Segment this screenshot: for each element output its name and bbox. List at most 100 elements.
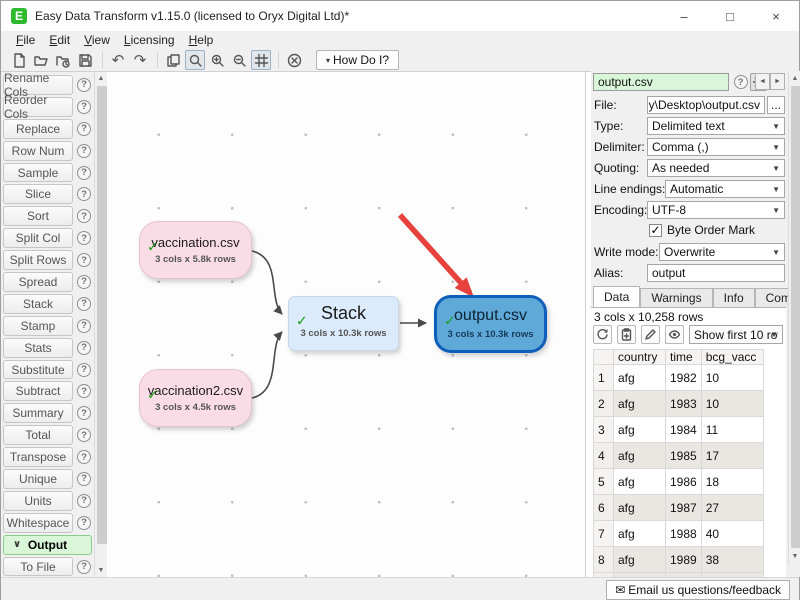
table-row[interactable]: 6 afg 1987 27 xyxy=(594,495,764,521)
tab[interactable]: Warnings xyxy=(640,288,712,307)
write-mode-dropdown[interactable]: Overwrite▼ xyxy=(659,243,785,261)
refresh-button[interactable] xyxy=(593,325,612,344)
quoting-dropdown[interactable]: As needed▼ xyxy=(647,159,785,177)
zoom-in-button[interactable] xyxy=(207,50,227,70)
transform-button[interactable]: Stack xyxy=(3,294,73,314)
transform-button[interactable]: Summary xyxy=(3,403,73,423)
help-icon[interactable]: ? xyxy=(77,209,91,223)
transform-button[interactable]: Units xyxy=(3,491,73,511)
redo-button[interactable]: ↷ xyxy=(130,50,150,70)
transform-button[interactable]: Total xyxy=(3,425,73,445)
help-icon[interactable]: ? xyxy=(77,560,91,574)
cancel-button[interactable] xyxy=(284,50,304,70)
transform-button-to-file[interactable]: To File xyxy=(3,557,73,577)
tab-prev-icon[interactable]: ◄ xyxy=(755,73,770,90)
node-stack[interactable]: ✓ Stack 3 cols x 10.3k rows xyxy=(288,296,399,351)
transform-button[interactable]: Stamp xyxy=(3,316,73,336)
encoding-dropdown[interactable]: UTF-8▼ xyxy=(647,201,785,219)
email-feedback-button[interactable]: ✉ Email us questions/feedback xyxy=(606,580,790,600)
tab-next-icon[interactable]: ► xyxy=(770,73,785,90)
menu-item[interactable]: Help xyxy=(182,32,221,48)
transform-button[interactable]: Stats xyxy=(3,338,73,358)
help-icon[interactable]: ? xyxy=(77,253,91,267)
save-button[interactable] xyxy=(75,50,95,70)
menu-item[interactable]: File xyxy=(9,32,42,48)
maximize-button[interactable]: □ xyxy=(707,1,753,31)
delimiter-dropdown[interactable]: Comma (,)▼ xyxy=(647,138,785,156)
browse-button[interactable]: ... xyxy=(767,96,785,114)
menu-item[interactable]: View xyxy=(77,32,117,48)
transform-button[interactable]: Sort xyxy=(3,206,73,226)
transform-button[interactable]: Subtract xyxy=(3,381,73,401)
menu-item[interactable]: Edit xyxy=(42,32,77,48)
help-icon[interactable]: ? xyxy=(77,494,91,508)
open-file-button[interactable] xyxy=(31,50,51,70)
eye-button[interactable] xyxy=(665,325,684,344)
sidebar-section-output[interactable]: ∨ Output xyxy=(3,535,92,555)
transform-button[interactable]: Row Num xyxy=(3,141,73,161)
copy-to-clipboard-button[interactable] xyxy=(617,325,636,344)
scrollbar-thumb[interactable] xyxy=(791,86,800,548)
help-icon[interactable]: ? xyxy=(77,144,91,158)
table-row[interactable]: 5 afg 1986 18 xyxy=(594,469,764,495)
transform-button[interactable]: Reorder Cols xyxy=(3,97,73,117)
table-row[interactable]: 1 afg 1982 10 xyxy=(594,365,764,391)
line-endings-dropdown[interactable]: Automatic▼ xyxy=(665,180,785,198)
help-icon[interactable]: ? xyxy=(77,275,91,289)
minimize-button[interactable]: – xyxy=(661,1,707,31)
help-icon[interactable]: ? xyxy=(77,319,91,333)
help-icon[interactable]: ? xyxy=(77,450,91,464)
alias-input[interactable]: output xyxy=(647,264,785,282)
help-icon[interactable]: ? xyxy=(77,472,91,486)
node-output-csv-selected[interactable]: ✓ output.csv 3 cols x 10.3k rows xyxy=(434,295,547,353)
edit-button[interactable] xyxy=(641,325,660,344)
help-icon[interactable]: ? xyxy=(77,166,91,180)
close-button[interactable]: × xyxy=(753,1,799,31)
help-icon[interactable]: ? xyxy=(77,516,91,530)
help-icon[interactable]: ? xyxy=(77,384,91,398)
transform-button[interactable]: Replace xyxy=(3,119,73,139)
table-row[interactable]: 3 afg 1984 11 xyxy=(594,417,764,443)
flow-canvas[interactable]: ✓ vaccination.csv 3 cols x 5.8k rows ✓ v… xyxy=(108,72,586,577)
help-icon[interactable]: ? xyxy=(77,100,91,114)
transform-button[interactable]: Transpose xyxy=(3,447,73,467)
help-icon[interactable]: ? xyxy=(77,341,91,355)
undo-button[interactable]: ↶ xyxy=(108,50,128,70)
table-row[interactable]: 8 afg 1989 38 xyxy=(594,547,764,573)
toggle-grid-button[interactable] xyxy=(251,50,271,70)
help-icon[interactable]: ? xyxy=(77,297,91,311)
sidebar-scrollbar[interactable]: ▲ ▼ xyxy=(94,72,107,577)
transform-button[interactable]: Unique xyxy=(3,469,73,489)
copy-button[interactable] xyxy=(163,50,183,70)
table-row[interactable]: 4 afg 1985 17 xyxy=(594,443,764,469)
open-recent-button[interactable] xyxy=(53,50,73,70)
help-icon[interactable]: ? xyxy=(77,122,91,136)
byte-order-mark-checkbox[interactable]: ✓ xyxy=(649,224,662,237)
scrollbar-thumb[interactable] xyxy=(97,86,107,544)
how-do-i-button[interactable]: ▾ How Do I? xyxy=(316,50,399,70)
transform-button[interactable]: Whitespace xyxy=(3,513,73,533)
node-vaccination2-csv[interactable]: ✓ vaccination2.csv 3 cols x 4.5k rows xyxy=(139,369,252,427)
show-rows-dropdown[interactable]: Show first 10 rows ▼ xyxy=(689,325,783,344)
tab[interactable]: Info xyxy=(713,288,755,307)
menu-item[interactable]: Licensing xyxy=(117,32,182,48)
transform-button[interactable]: Split Rows xyxy=(3,250,73,270)
new-file-button[interactable] xyxy=(9,50,29,70)
transform-button[interactable]: Spread xyxy=(3,272,73,292)
panel-help-button[interactable]: ? xyxy=(732,73,749,91)
type-dropdown[interactable]: Delimited text▼ xyxy=(647,117,785,135)
file-path-field[interactable]: \andy\Desktop\output.csv xyxy=(647,96,765,114)
table-row[interactable]: 7 afg 1988 40 xyxy=(594,521,764,547)
transform-button[interactable]: Split Col xyxy=(3,228,73,248)
panel-scrollbar[interactable]: ▲ ▼ xyxy=(788,72,800,564)
transform-button[interactable]: Slice xyxy=(3,184,73,204)
node-name-input[interactable] xyxy=(593,73,729,91)
transform-button[interactable]: Substitute xyxy=(3,360,73,380)
search-button[interactable] xyxy=(185,50,205,70)
zoom-out-button[interactable] xyxy=(229,50,249,70)
node-vaccination-csv[interactable]: ✓ vaccination.csv 3 cols x 5.8k rows xyxy=(139,221,252,279)
help-icon[interactable]: ? xyxy=(77,428,91,442)
help-icon[interactable]: ? xyxy=(77,187,91,201)
tab[interactable]: Data xyxy=(593,286,640,307)
transform-button[interactable]: Sample xyxy=(3,163,73,183)
